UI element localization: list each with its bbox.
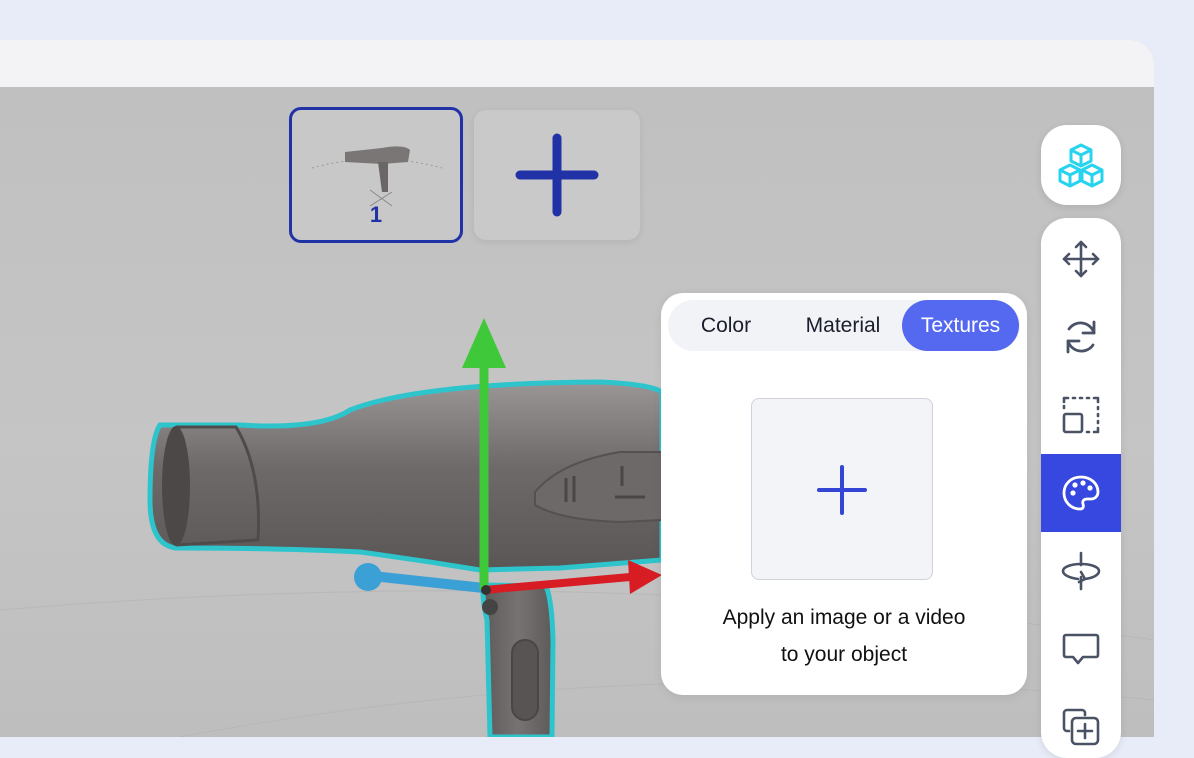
rotate-tool-button[interactable] xyxy=(1041,298,1121,376)
y-axis-arrow xyxy=(462,318,506,368)
x-axis-arrow xyxy=(628,560,662,594)
orbit-icon xyxy=(1061,551,1101,591)
palette-icon xyxy=(1062,475,1100,511)
comment-tool-button[interactable] xyxy=(1041,610,1121,688)
handle-button xyxy=(511,639,539,721)
cubes-icon xyxy=(1058,143,1104,188)
appearance-panel: Color Material Textures Apply an image o… xyxy=(661,293,1027,695)
orbit-tool-button[interactable] xyxy=(1041,532,1121,610)
help-line-1: Apply an image or a video xyxy=(722,606,966,629)
objects-library-button[interactable] xyxy=(1041,125,1121,205)
thumbnail-number: 1 xyxy=(369,202,383,227)
move-tool-button[interactable] xyxy=(1041,220,1121,298)
scale-icon xyxy=(1062,396,1100,434)
duplicate-icon xyxy=(1062,708,1100,746)
plus-icon xyxy=(515,133,599,217)
z-axis-handle xyxy=(354,563,382,591)
texture-upload-button[interactable] xyxy=(751,398,933,580)
z-axis xyxy=(371,571,485,593)
add-object-button[interactable] xyxy=(474,110,640,240)
texture-help-text: Apply an image or a video to your object xyxy=(681,599,1007,673)
appearance-tabs: Color Material Textures xyxy=(668,300,1020,351)
tab-color[interactable]: Color xyxy=(668,300,784,351)
tab-textures[interactable]: Textures xyxy=(902,300,1019,351)
move-icon xyxy=(1062,240,1100,278)
hair-dryer-model[interactable] xyxy=(147,379,665,737)
tool-sidebar xyxy=(1041,218,1121,758)
object-thumbnail[interactable]: 1 xyxy=(289,107,463,243)
plus-icon xyxy=(817,465,867,515)
scale-tool-button[interactable] xyxy=(1041,376,1121,454)
comment-icon xyxy=(1062,633,1100,665)
help-line-2: to your object xyxy=(780,643,908,666)
tab-material[interactable]: Material xyxy=(784,300,902,351)
duplicate-tool-button[interactable] xyxy=(1041,688,1121,758)
rotate-icon xyxy=(1066,320,1096,354)
appearance-tool-button[interactable] xyxy=(1041,454,1121,532)
dryer-nozzle xyxy=(162,426,190,546)
gizmo-center xyxy=(481,585,491,595)
